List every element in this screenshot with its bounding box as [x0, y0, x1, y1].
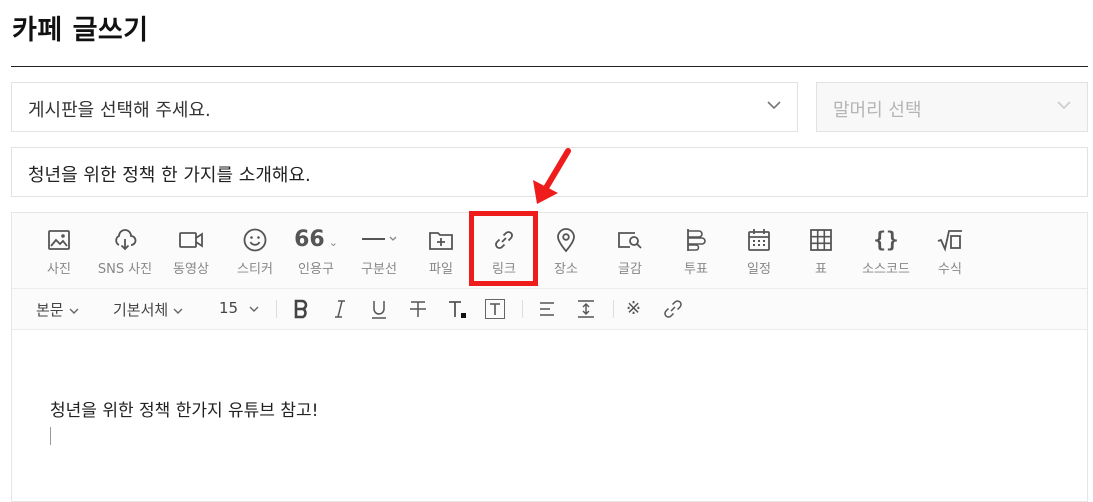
quote-glyph: 66 [294, 227, 325, 252]
tool-material[interactable]: 글감 [598, 227, 662, 279]
map-pin-icon [557, 228, 575, 253]
tool-label: 사진 [47, 262, 71, 277]
text-caret [50, 427, 51, 445]
tool-label: 장소 [554, 262, 578, 277]
chevron-down-icon [69, 308, 79, 314]
toolbar-separator [276, 300, 277, 318]
board-select-value: 게시판을 선택해 주세요. [28, 100, 211, 121]
quote-icon: 66 ⌄ [284, 227, 348, 253]
photo-icon [48, 230, 70, 250]
tool-label: 수식 [938, 262, 962, 277]
tool-schedule[interactable]: 일정 [727, 227, 791, 279]
title-divider [11, 66, 1088, 67]
chevron-down-icon [1057, 101, 1071, 110]
format-toolbar: 본문 기본서체 15 ※ [12, 289, 1087, 330]
strikethrough-icon[interactable] [407, 298, 429, 320]
tool-file[interactable]: 파일 [409, 227, 473, 279]
tool-divider[interactable]: 구분선 [347, 227, 411, 279]
sqrt-icon [937, 230, 962, 252]
font-size-select[interactable]: 15 [219, 299, 260, 317]
tool-quote[interactable]: 66 ⌄ 인용구 [284, 227, 348, 279]
tool-video[interactable]: 동영상 [159, 227, 223, 279]
link-icon[interactable] [662, 298, 684, 320]
tool-formula[interactable]: 수식 [918, 227, 982, 279]
align-icon[interactable] [536, 298, 558, 320]
divider-icon [362, 236, 397, 241]
tool-label: 구분선 [361, 262, 397, 277]
toolbar-separator [613, 300, 614, 318]
tool-source-code[interactable]: {} 소스코드 [854, 227, 918, 279]
chevron-down-icon: ⌄ [328, 236, 338, 249]
table-icon [810, 229, 832, 251]
tool-label: 일정 [747, 262, 771, 277]
search-material-icon [618, 232, 642, 249]
editor: 사진 SNS 사진 동영상 스티커 66 ⌄ 인용구 구분선 파일 링크 장소 … [11, 212, 1088, 502]
font-color-icon[interactable] [446, 298, 468, 320]
tool-label: 파일 [429, 262, 453, 277]
font-family-value: 기본서체 [113, 301, 169, 319]
page-title: 카페 글쓰기 [12, 15, 149, 46]
tool-label: 스티커 [237, 262, 273, 277]
folder-plus-icon [429, 232, 453, 250]
header-select-placeholder: 말머리 선택 [833, 100, 922, 121]
tool-label: SNS 사진 [97, 262, 153, 277]
chevron-down-icon [249, 306, 259, 312]
italic-icon[interactable] [329, 298, 351, 320]
calendar-icon [748, 229, 770, 251]
tool-label: 소스코드 [862, 262, 910, 277]
tool-poll[interactable]: 투표 [664, 227, 728, 279]
link-tool-highlight [469, 211, 538, 286]
paragraph-style-value: 본문 [36, 301, 64, 319]
tool-photo[interactable]: 사진 [27, 227, 91, 279]
editor-body-text[interactable]: 청년을 위한 정책 한가지 유튜브 참고! [50, 396, 318, 421]
font-size-value: 15 [219, 299, 239, 317]
paragraph-style-select[interactable]: 본문 [36, 299, 80, 320]
chevron-down-icon [767, 101, 781, 110]
font-family-select[interactable]: 기본서체 [113, 299, 184, 320]
chevron-down-icon [173, 308, 183, 314]
cloud-download-icon [115, 229, 137, 251]
toolbar-separator [522, 300, 523, 318]
header-select[interactable]: 말머리 선택 [816, 82, 1088, 132]
tool-sns-photo[interactable]: SNS 사진 [93, 227, 157, 279]
tool-table[interactable]: 표 [789, 227, 853, 279]
tool-place[interactable]: 장소 [534, 227, 598, 279]
tool-label: 표 [815, 262, 827, 277]
video-icon [179, 232, 203, 248]
bold-icon[interactable] [290, 298, 312, 320]
braces-icon: {} [873, 228, 899, 252]
special-char-button[interactable]: ※ [626, 298, 641, 319]
pointer-arrow-icon [533, 148, 571, 204]
board-select[interactable]: 게시판을 선택해 주세요. [11, 82, 798, 132]
tool-sticker[interactable]: 스티커 [223, 227, 287, 279]
background-color-icon[interactable] [484, 298, 506, 320]
line-height-icon[interactable] [575, 298, 597, 320]
tool-label: 투표 [684, 262, 708, 277]
smiley-icon [243, 228, 267, 252]
underline-icon[interactable] [368, 298, 390, 320]
insert-toolbar: 사진 SNS 사진 동영상 스티커 66 ⌄ 인용구 구분선 파일 링크 장소 … [12, 213, 1087, 289]
tool-label: 글감 [618, 262, 642, 277]
poll-icon [687, 229, 706, 251]
tool-label: 인용구 [298, 262, 334, 277]
tool-label: 동영상 [173, 262, 209, 277]
post-title-value: 청년을 위한 정책 한 가지를 소개해요. [28, 165, 311, 186]
